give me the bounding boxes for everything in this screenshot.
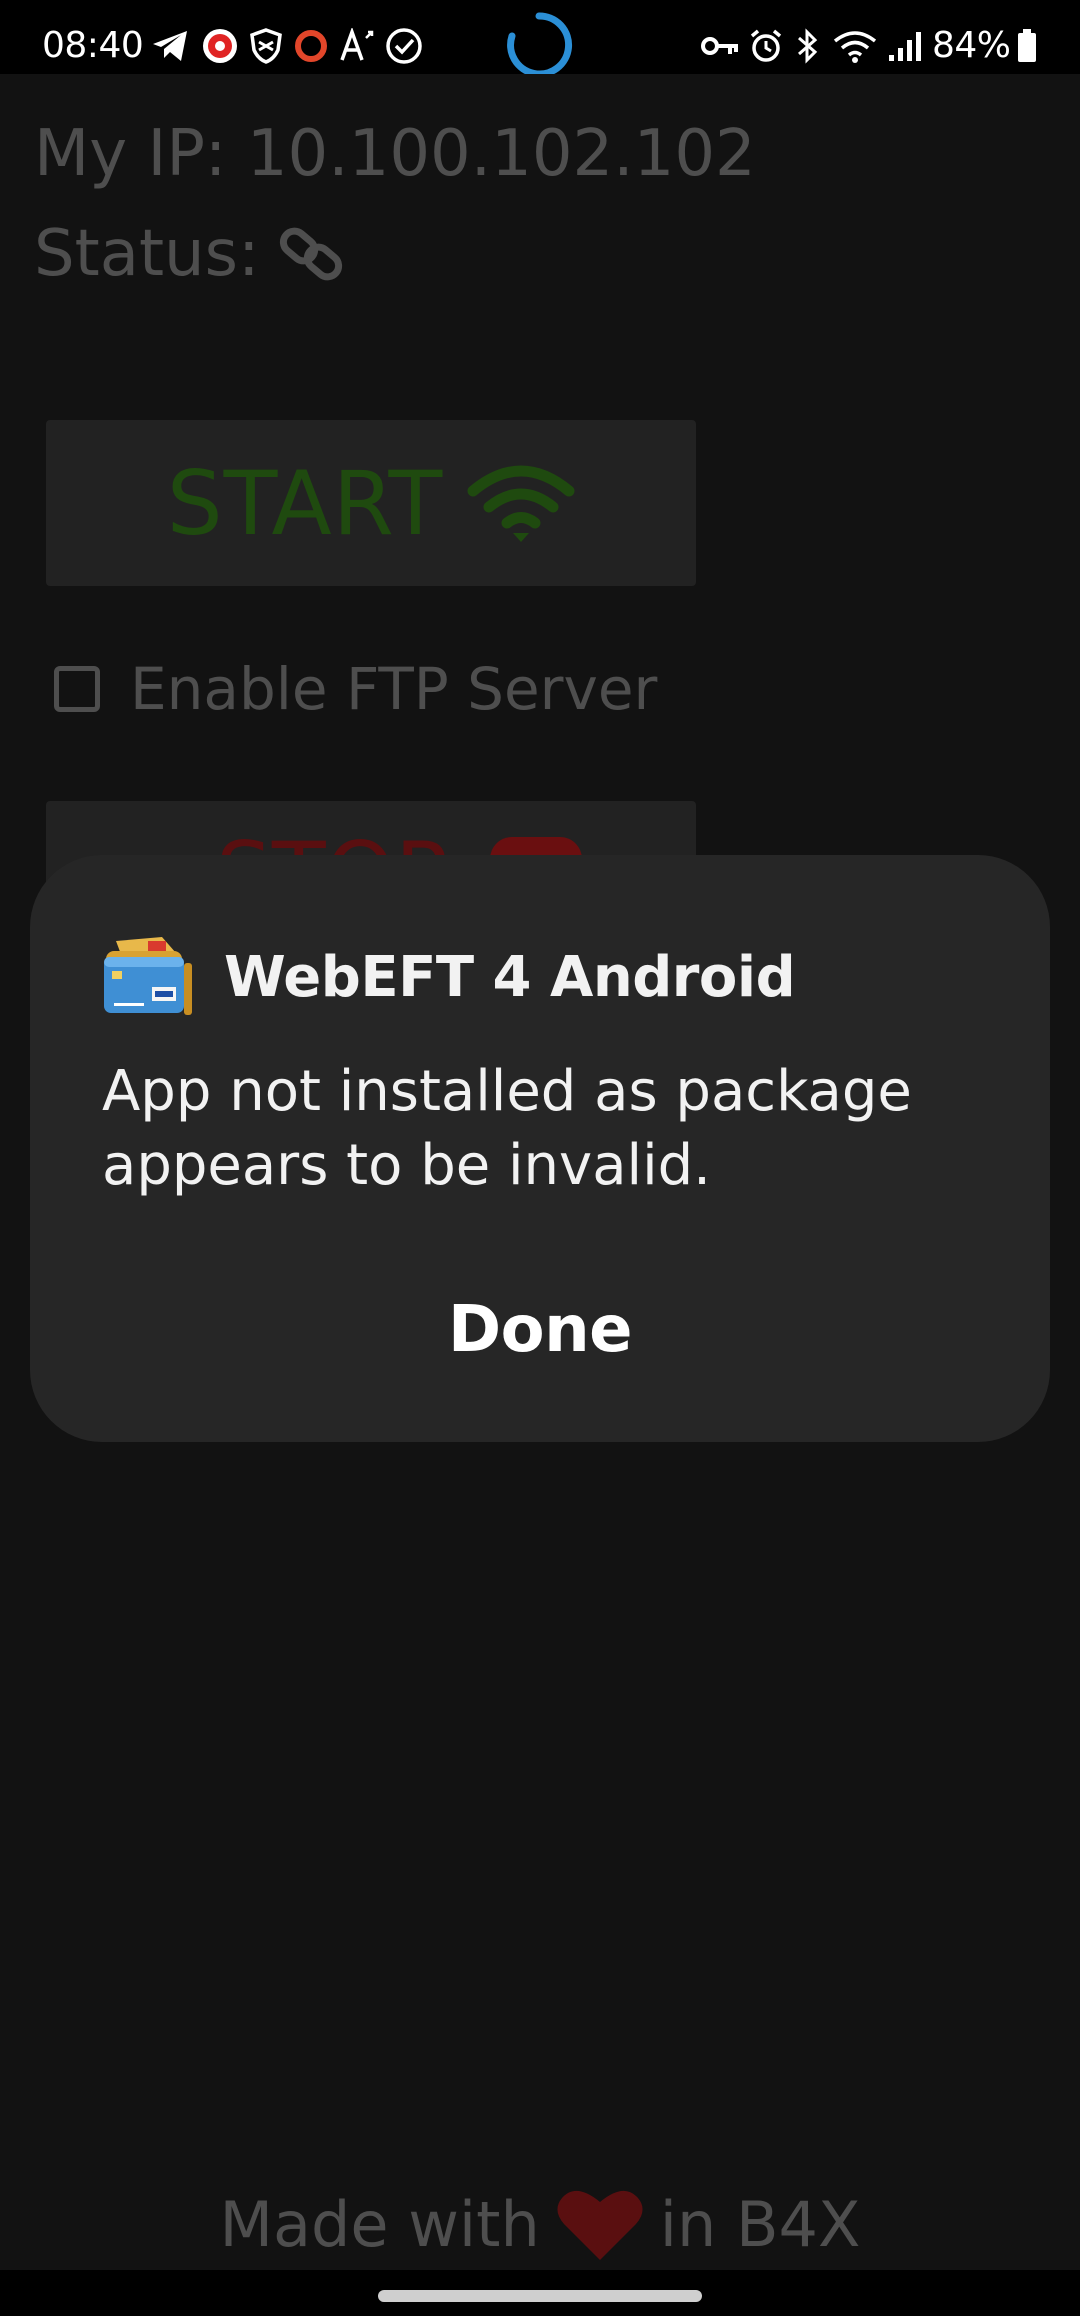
ip-address-text: My IP: 10.100.102.102 [34, 117, 756, 191]
dialog-message: App not installed as package appears to … [102, 1059, 912, 1198]
footer-prefix: Made with [219, 2187, 540, 2261]
home-gesture-handle[interactable] [378, 2290, 702, 2302]
status-time: 08:40 [42, 25, 144, 66]
heart-icon [556, 2186, 644, 2262]
wifi-icon [467, 463, 575, 543]
dialog-header: WebEFT 4 Android [102, 929, 796, 1025]
footer: Made with in B4X [0, 2184, 1080, 2264]
signal-icon [884, 24, 926, 68]
alarm-icon [746, 24, 786, 68]
vpn-shield-red-icon [198, 24, 242, 68]
loading-spinner-icon [502, 10, 576, 80]
navigation-bar [0, 2270, 1080, 2316]
status-bar: 08:40 84% [0, 0, 1080, 78]
wallet-icon [102, 933, 194, 1021]
check-circle-icon [382, 24, 426, 68]
connection-status: Status: [34, 214, 344, 294]
ftp-server-option[interactable]: Enable FTP Server [54, 644, 657, 734]
wifi-icon [830, 24, 880, 68]
enable-ftp-label: Enable FTP Server [130, 655, 658, 723]
ring-icon [290, 24, 332, 68]
telegram-icon [148, 24, 192, 68]
footer-suffix: in B4X [659, 2187, 861, 2261]
battery-percent: 84% [932, 25, 1011, 66]
key-icon [698, 24, 742, 68]
done-button[interactable]: Done [390, 1275, 690, 1385]
dialog-title: WebEFT 4 Android [224, 944, 796, 1010]
link-icon [278, 221, 344, 287]
start-button-label: START [166, 451, 444, 555]
enable-ftp-checkbox[interactable] [54, 666, 100, 712]
screen: 08:40 84% My IP: 10.100.102.102 Status: … [0, 0, 1080, 2316]
status-label: Status: [34, 217, 260, 291]
start-button[interactable]: START [46, 420, 696, 586]
font-size-icon [336, 24, 380, 68]
install-error-dialog: WebEFT 4 Android App not installed as pa… [30, 855, 1050, 1442]
bluetooth-icon [790, 24, 826, 68]
battery-icon [1012, 24, 1042, 68]
shield-icon [246, 24, 286, 68]
